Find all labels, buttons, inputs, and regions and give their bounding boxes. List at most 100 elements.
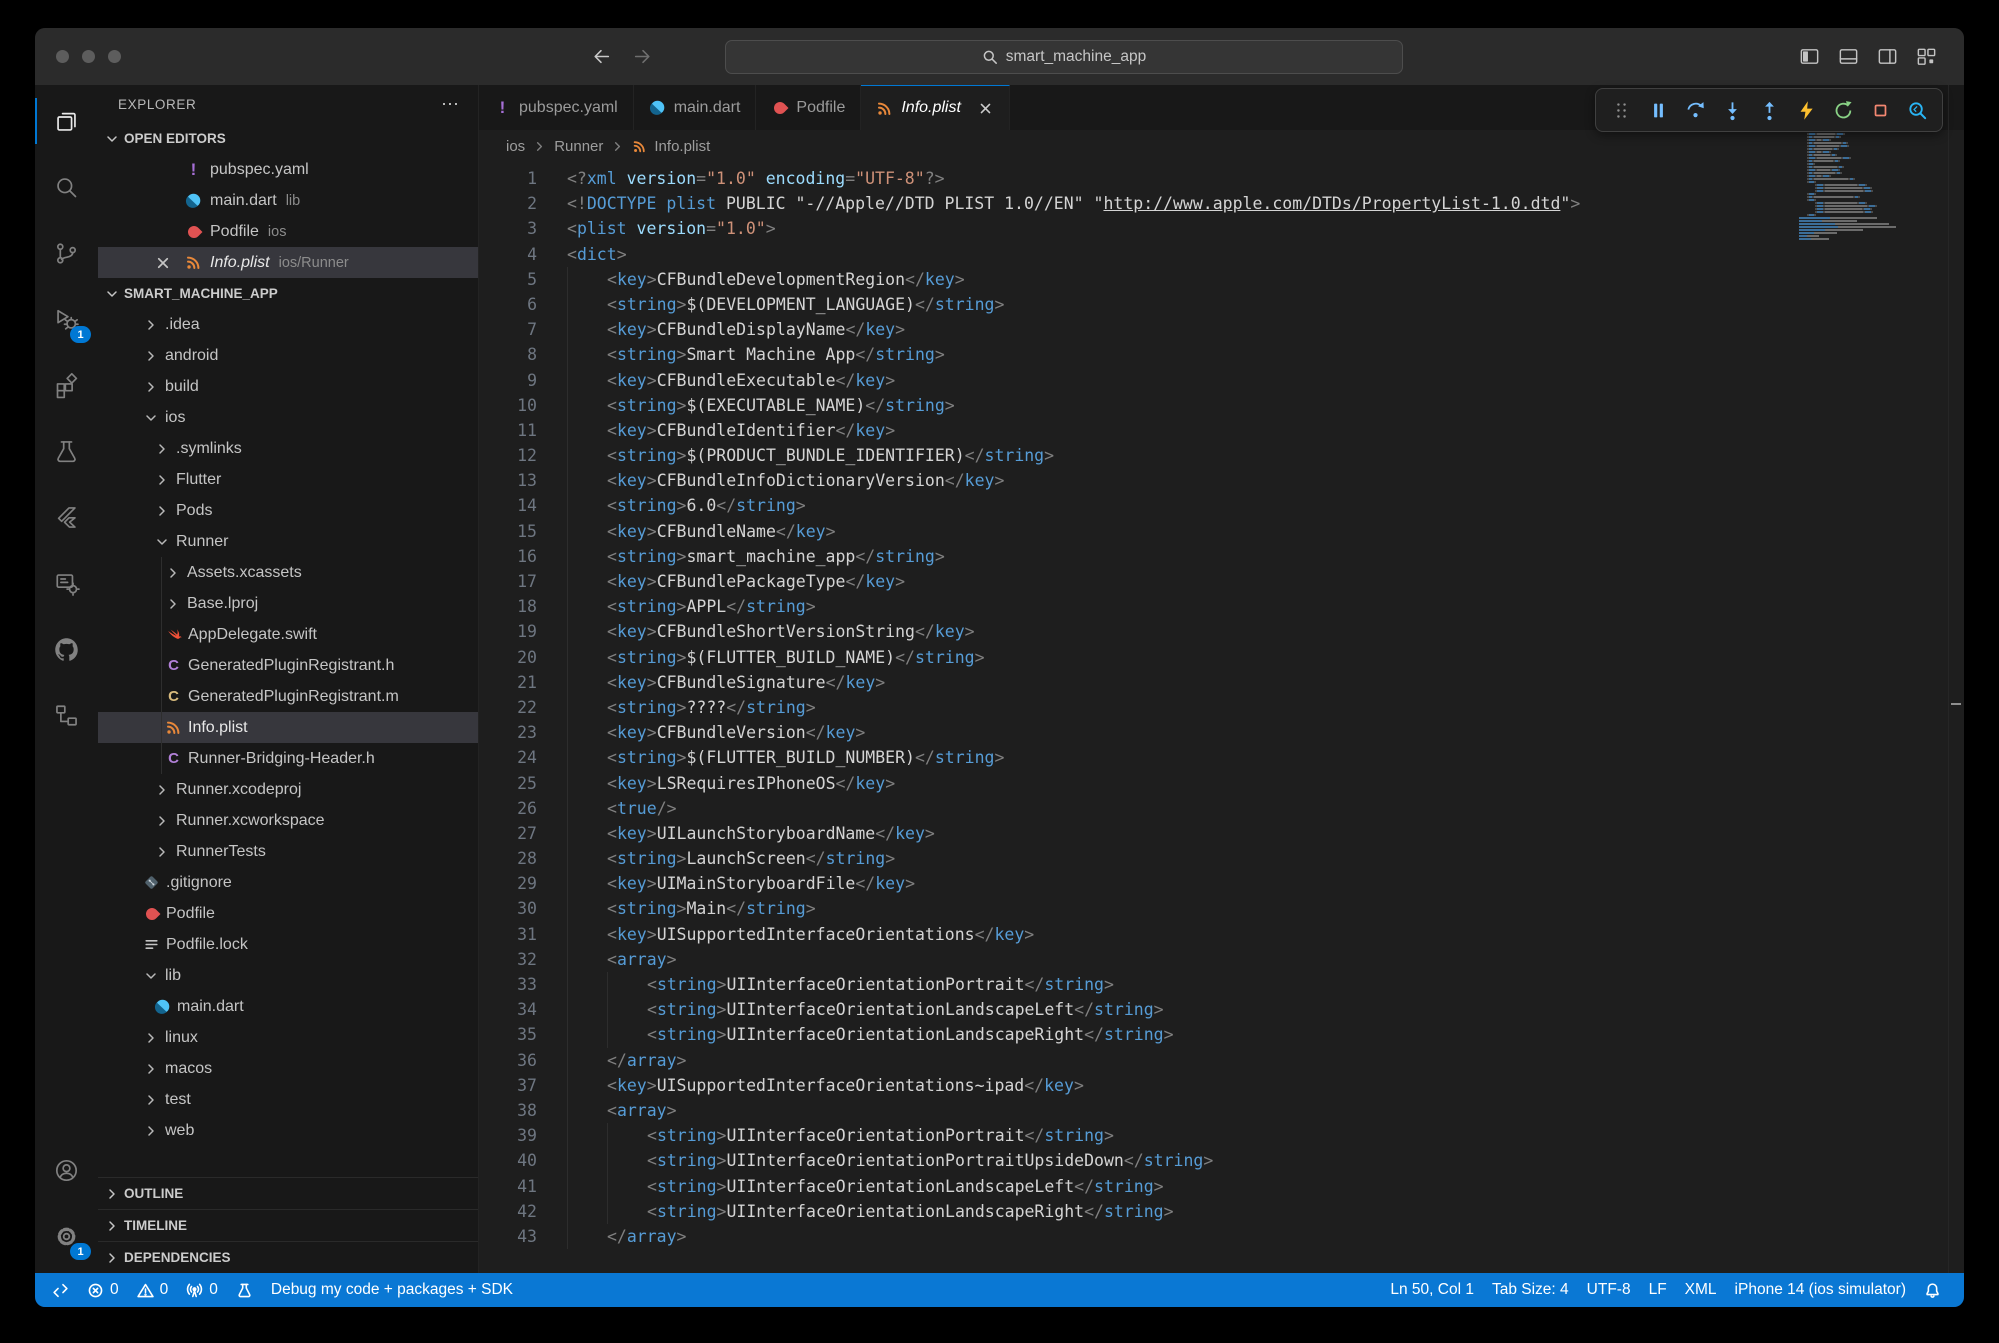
code-line: 21<key>CFBundleSignature</key> (479, 670, 1964, 695)
zoom-window-button[interactable] (108, 50, 121, 63)
tree-item-info-plist[interactable]: Info.plist (98, 712, 478, 743)
tree-item-assets-xcassets[interactable]: Assets.xcassets (98, 557, 478, 588)
code-line: 11<key>CFBundleIdentifier</key> (479, 418, 1964, 443)
tree-item-runner[interactable]: Runner (98, 526, 478, 557)
debug-stop-button[interactable] (1863, 92, 1897, 128)
tree-item-flutter[interactable]: Flutter (98, 464, 478, 495)
activity-item-github[interactable] (35, 616, 98, 682)
tab-podfile[interactable]: Podfile (756, 85, 861, 130)
explorer-more-actions-icon[interactable]: ⋯ (441, 94, 460, 115)
debug-devtools-inspector-button[interactable] (1900, 92, 1934, 128)
status-remote-indicator[interactable] (43, 1273, 78, 1307)
status-notifications[interactable] (1915, 1273, 1950, 1307)
activity-item-accounts[interactable] (35, 1137, 98, 1203)
tree-item-label: linux (165, 1029, 198, 1047)
tree-item-podfile-lock[interactable]: Podfile.lock (98, 929, 478, 960)
tree-item-runner-bridging-header-h[interactable]: CRunner-Bridging-Header.h (98, 743, 478, 774)
tab-info-plist[interactable]: Info.plist (861, 85, 1010, 130)
status-debug-config[interactable]: Debug my code + packages + SDK (262, 1273, 522, 1307)
overview-ruler[interactable] (1948, 85, 1964, 1273)
tree-item-symlinks[interactable]: .symlinks (98, 433, 478, 464)
status-device[interactable]: iPhone 14 (ios simulator) (1726, 1273, 1915, 1307)
tree-item-web[interactable]: web (98, 1115, 478, 1146)
tree-item-macos[interactable]: macos (98, 1053, 478, 1084)
debug-step-over-button[interactable] (1678, 92, 1712, 128)
activity-item-extensions[interactable] (35, 352, 98, 418)
toggle-panel-icon[interactable] (1837, 45, 1860, 68)
sidebar-bottom-sections: OUTLINE TIMELINE DEPENDENCIES (98, 1177, 478, 1273)
debug-restart-button[interactable] (1826, 92, 1860, 128)
section-timeline[interactable]: TIMELINE (98, 1209, 478, 1241)
activity-item-source-control[interactable] (35, 220, 98, 286)
tree-item-runner-xcworkspace[interactable]: Runner.xcworkspace (98, 805, 478, 836)
tree-item-generatedpluginregistrant-m[interactable]: CGeneratedPluginRegistrant.m (98, 681, 478, 712)
open-editor-pubspec-yaml[interactable]: ! pubspec.yaml (98, 154, 478, 185)
open-editor-info-plist[interactable]: Info.plist ios/Runner (98, 247, 478, 278)
tree-item-main-dart[interactable]: main.dart (98, 991, 478, 1022)
tree-item-runnertests[interactable]: RunnerTests (98, 836, 478, 867)
status-warnings[interactable]: 0 (128, 1273, 178, 1307)
activity-item-flutter[interactable] (35, 484, 98, 550)
tab-main-dart[interactable]: main.dart (634, 85, 757, 130)
tree-item-linux[interactable]: linux (98, 1022, 478, 1053)
close-icon[interactable] (977, 100, 994, 117)
debug-step-out-button[interactable] (1752, 92, 1786, 128)
tree-item-base-lproj[interactable]: Base.lproj (98, 588, 478, 619)
debug-pause-button[interactable] (1641, 92, 1675, 128)
tree-item-appdelegate-swift[interactable]: AppDelegate.swift (98, 619, 478, 650)
open-editors-header[interactable]: OPEN EDITORS (98, 123, 478, 154)
activity-item-references[interactable] (35, 682, 98, 748)
tree-item-lib[interactable]: lib (98, 960, 478, 991)
debug-hot-reload-button[interactable] (1789, 92, 1823, 128)
tree-item-podfile[interactable]: Podfile (98, 898, 478, 929)
debug-step-into-button[interactable] (1715, 92, 1749, 128)
open-editor-main-dart[interactable]: main.dart lib (98, 185, 478, 216)
tree-item-idea[interactable]: .idea (98, 309, 478, 340)
go-back-icon[interactable] (591, 46, 612, 67)
activity-item-explorer[interactable] (35, 88, 98, 154)
tree-item-gitignore[interactable]: .gitignore (98, 867, 478, 898)
status-cursor-position[interactable]: Ln 50, Col 1 (1381, 1273, 1483, 1307)
command-center-search[interactable]: smart_machine_app (725, 40, 1403, 74)
status-errors[interactable]: 0 (78, 1273, 128, 1307)
tree-item-android[interactable]: android (98, 340, 478, 371)
tree-item-test[interactable]: test (98, 1084, 478, 1115)
open-editor-podfile[interactable]: Podfile ios (98, 216, 478, 247)
go-forward-icon[interactable] (632, 46, 653, 67)
status-language-mode[interactable]: XML (1676, 1273, 1726, 1307)
breadcrumb-item-ios[interactable]: ios (506, 138, 525, 155)
section-dependencies[interactable]: DEPENDENCIES (98, 1241, 478, 1273)
debug-drag-grip-button[interactable] (1604, 92, 1638, 128)
project-root-header[interactable]: SMART_MACHINE_APP (98, 278, 478, 309)
activity-item-run-and-debug[interactable]: 1 (35, 286, 98, 352)
code-editor[interactable]: 1<?xml version="1.0" encoding="UTF-8"?>2… (479, 162, 1964, 1273)
line-number: 22 (479, 695, 567, 720)
customize-layout-icon[interactable] (1915, 45, 1938, 68)
tab-pubspec-yaml[interactable]: ! pubspec.yaml (479, 85, 634, 130)
tree-item-generatedpluginregistrant-h[interactable]: CGeneratedPluginRegistrant.h (98, 650, 478, 681)
activity-item-settings[interactable]: 1 (35, 1203, 98, 1269)
activity-item-project-config[interactable] (35, 550, 98, 616)
toggle-primary-sidebar-icon[interactable] (1798, 45, 1821, 68)
minimize-window-button[interactable] (82, 50, 95, 63)
status-eol[interactable]: LF (1640, 1273, 1676, 1307)
section-outline[interactable]: OUTLINE (98, 1177, 478, 1209)
activity-item-testing[interactable] (35, 418, 98, 484)
toggle-secondary-sidebar-icon[interactable] (1876, 45, 1899, 68)
tree-item-ios[interactable]: ios (98, 402, 478, 433)
close-icon[interactable] (154, 254, 172, 272)
podfile-icon (146, 908, 158, 920)
activity-item-search[interactable] (35, 154, 98, 220)
tree-item-build[interactable]: build (98, 371, 478, 402)
status-broadcast[interactable]: 0 (177, 1273, 227, 1307)
tree-item-runner-xcodeproj[interactable]: Runner.xcodeproj (98, 774, 478, 805)
status-launch-flask[interactable] (227, 1273, 262, 1307)
line-number: 16 (479, 544, 567, 569)
vscode-window: smart_machine_app 1 1 EXPLORER (35, 28, 1964, 1307)
breadcrumb-item-info-plist[interactable]: Info.plist (654, 138, 710, 155)
breadcrumb-item-runner[interactable]: Runner (554, 138, 603, 155)
status-indentation[interactable]: Tab Size: 4 (1483, 1273, 1578, 1307)
tree-item-pods[interactable]: Pods (98, 495, 478, 526)
status-encoding[interactable]: UTF-8 (1578, 1273, 1640, 1307)
close-window-button[interactable] (56, 50, 69, 63)
